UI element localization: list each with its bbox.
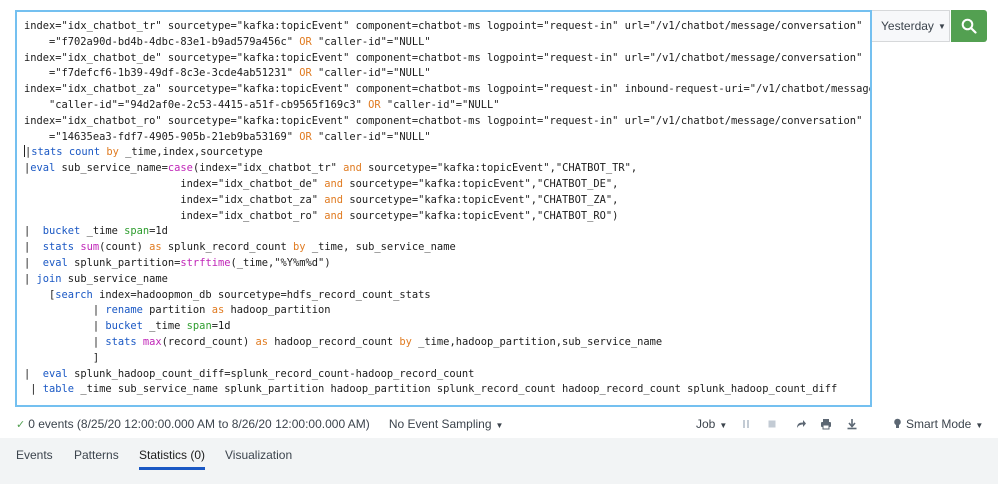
event-sampling-label: No Event Sampling xyxy=(388,417,492,431)
time-range-picker[interactable]: Yesterday ▼ xyxy=(872,10,950,42)
search-button[interactable] xyxy=(951,10,987,42)
query-line: | stats sum(count) as splunk_record_coun… xyxy=(24,241,456,254)
query-line: | table _time sub_service_name splunk_pa… xyxy=(24,383,838,396)
query-line: ="f7defcf6-1b39-49df-8c3e-3cde4ab51231" … xyxy=(24,67,431,80)
check-icon: ✓ xyxy=(16,418,26,431)
search-mode-label: Smart Mode xyxy=(906,417,972,431)
job-menu-label: Job xyxy=(696,417,716,431)
tab-events[interactable]: Events xyxy=(16,448,53,467)
query-line: | join sub_service_name xyxy=(24,272,168,285)
caret-down-icon: ▼ xyxy=(937,21,946,31)
query-line: "caller-id"="94d2af0e-2c53-4415-a51f-cb9… xyxy=(49,98,500,111)
results-tabs: Events Patterns Statistics (0) Visualiza… xyxy=(0,438,998,484)
query-line: | eval splunk_partition=strftime(_time,"… xyxy=(24,256,331,269)
query-line: | bucket _time span=1d xyxy=(24,320,231,333)
query-line: |eval sub_service_name=case(index="idx_c… xyxy=(24,162,638,175)
stop-icon[interactable] xyxy=(764,416,780,432)
query-line: ="f702a90d-bd4b-4dbc-83e1-b9ad579a456c" … xyxy=(24,35,431,48)
print-icon[interactable] xyxy=(818,416,834,432)
query-line: index="idx_chatbot_za" sourcetype="kafka… xyxy=(24,83,870,96)
tab-statistics[interactable]: Statistics (0) xyxy=(139,448,206,470)
share-icon[interactable] xyxy=(793,416,809,432)
tab-patterns[interactable]: Patterns xyxy=(74,448,119,467)
query-line: | stats max(record_count) as hadoop_reco… xyxy=(24,335,663,348)
query-line: | eval splunk_hadoop_count_diff=splunk_r… xyxy=(24,367,475,380)
query-line: [search index=hadoopmon_db sourcetype=hd… xyxy=(24,288,431,301)
job-menu[interactable]: Job ▼ xyxy=(696,417,727,431)
query-line: index="idx_chatbot_de" and sourcetype="k… xyxy=(24,177,619,190)
search-icon xyxy=(961,18,977,34)
query-line: index="idx_chatbot_ro" and sourcetype="k… xyxy=(24,209,619,222)
search-query-editor[interactable]: index="idx_chatbot_tr" sourcetype="kafka… xyxy=(15,10,872,407)
caret-down-icon: ▼ xyxy=(719,421,728,430)
search-mode-dropdown[interactable]: Smart Mode ▼ xyxy=(893,417,983,431)
pause-icon[interactable] xyxy=(738,416,754,432)
query-line: | bucket _time span=1d xyxy=(24,225,168,238)
query-line: ] xyxy=(24,351,100,364)
query-line: index="idx_chatbot_za" and sourcetype="k… xyxy=(24,193,619,206)
event-sampling-dropdown[interactable]: No Event Sampling ▼ xyxy=(389,417,504,431)
query-line: index="idx_chatbot_ro" sourcetype="kafka… xyxy=(24,114,870,127)
tab-visualization[interactable]: Visualization xyxy=(225,448,292,467)
query-line: ="14635ea3-fdf7-4905-905b-21eb9ba53169" … xyxy=(24,130,431,143)
query-line: |stats count by _time,index,sourcetype xyxy=(24,145,263,159)
caret-down-icon: ▼ xyxy=(495,421,504,430)
lightbulb-icon xyxy=(894,418,901,428)
job-status-bar: ✓ 0 events (8/25/20 12:00:00.000 AM to 8… xyxy=(0,410,998,438)
query-line: index="idx_chatbot_de" sourcetype="kafka… xyxy=(24,51,870,64)
caret-down-icon: ▼ xyxy=(975,421,984,430)
query-line: index="idx_chatbot_tr" sourcetype="kafka… xyxy=(24,20,870,32)
text-cursor xyxy=(24,145,25,158)
query-line: | rename partition as hadoop_partition xyxy=(24,304,331,317)
export-icon[interactable] xyxy=(844,416,860,432)
events-count-text: 0 events (8/25/20 12:00:00.000 AM to 8/2… xyxy=(28,417,370,431)
time-range-label: Yesterday xyxy=(881,19,934,33)
